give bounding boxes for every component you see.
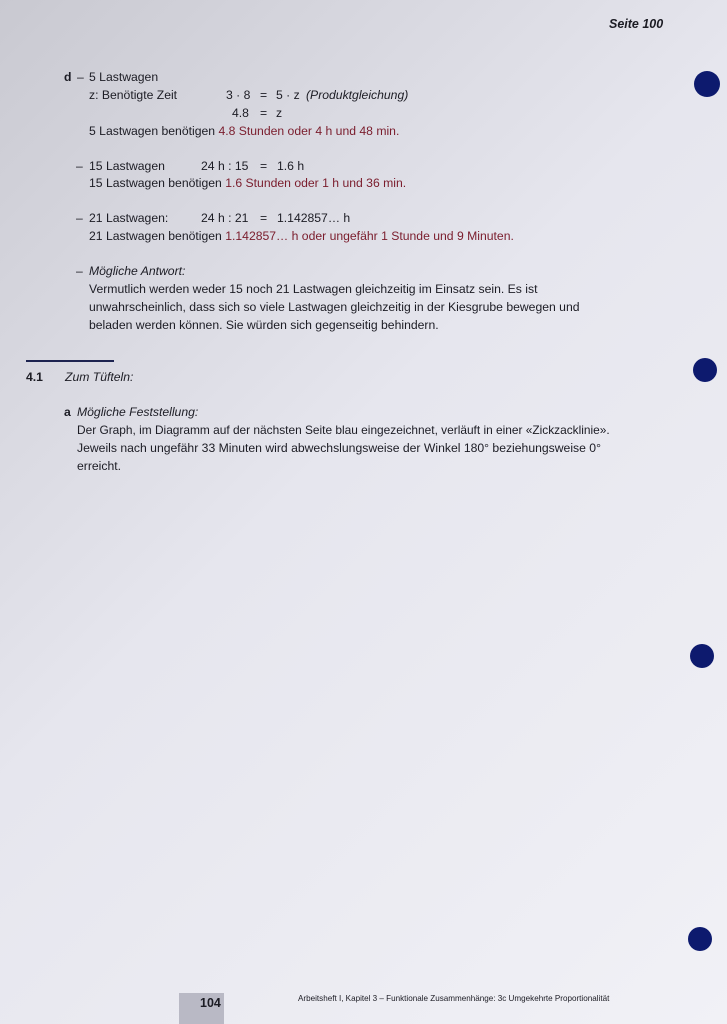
section-number: 4.1: [26, 370, 43, 384]
eq1-left: 3 · 8: [226, 88, 251, 102]
item2-eq-right: 1.6 h: [277, 159, 305, 173]
section-d-letter: d: [64, 70, 72, 84]
document-page: Seite 100 d – 5 Lastwagen z: Benötigte Z…: [0, 0, 727, 1024]
eq1-note: (Produktgleichung): [306, 88, 409, 102]
footer-text: Arbeitsheft I, Kapitel 3 – Funktionale Z…: [298, 994, 610, 1003]
answer-prefix: 15 Lastwagen benötigen: [89, 176, 226, 190]
item2-title: 15 Lastwagen: [89, 159, 165, 173]
paragraph-line: erreicht.: [77, 459, 122, 473]
item1-answer: 5 Lastwagen benötigen 4.8 Stunden oder 4…: [89, 122, 399, 140]
item3-answer: 21 Lastwagen benötigen 1.142857… h oder …: [89, 227, 514, 245]
paragraph-line: Jeweils nach ungefähr 33 Minuten wird ab…: [77, 441, 601, 455]
answer-value: 1.142857… h oder ungefähr 1 Stunde und 9…: [225, 229, 514, 243]
item3-dash: –: [76, 211, 83, 225]
item4-title: Mögliche Antwort:: [89, 264, 186, 278]
eq2-left: 4.8: [232, 106, 249, 120]
page-reference: Seite 100: [609, 17, 664, 31]
item4-line: unwahrscheinlich, dass sich so viele Las…: [89, 300, 580, 314]
section-d-dash: –: [77, 70, 84, 84]
item3-eq-left: 24 h : 21: [201, 211, 249, 225]
item2-answer: 15 Lastwagen benötigen 1.6 Stunden oder …: [89, 174, 406, 192]
item2-eq-left: 24 h : 15: [201, 159, 249, 173]
section-title: Zum Tüfteln:: [65, 370, 134, 384]
page-number: 104: [200, 996, 221, 1010]
item3-eq-mid: =: [260, 211, 268, 225]
eq2-right: z: [276, 106, 283, 120]
item3-eq-right: 1.142857… h: [277, 211, 351, 225]
paragraph-line: Der Graph, im Diagramm auf der nächsten …: [77, 423, 610, 437]
item3-title: 21 Lastwagen:: [89, 211, 169, 225]
answer-prefix: 21 Lastwagen benötigen: [89, 229, 226, 243]
eq1-mid: =: [260, 88, 268, 102]
item2-dash: –: [76, 159, 83, 173]
binder-hole: [688, 927, 712, 951]
subsection-title: Mögliche Feststellung:: [77, 405, 199, 419]
item2-eq-mid: =: [260, 159, 268, 173]
subsection-letter: a: [64, 405, 71, 419]
item4-dash: –: [76, 264, 83, 278]
answer-value: 1.6 Stunden oder 1 h und 36 min.: [225, 176, 407, 190]
item4-line: Vermutlich werden weder 15 noch 21 Lastw…: [89, 282, 538, 296]
section-divider: [26, 360, 114, 362]
binder-hole: [694, 71, 720, 97]
z-label: z: Benötigte Zeit: [89, 88, 178, 102]
item1-title: 5 Lastwagen: [89, 70, 159, 84]
answer-prefix: 5 Lastwagen benötigen: [89, 124, 219, 138]
eq1-right: 5 · z: [276, 88, 300, 102]
answer-value: 4.8 Stunden oder 4 h und 48 min.: [218, 124, 400, 138]
binder-hole: [690, 644, 714, 668]
eq2-mid: =: [260, 106, 268, 120]
binder-hole: [693, 358, 717, 382]
item4-line: beladen werden können. Sie würden sich g…: [89, 318, 439, 332]
